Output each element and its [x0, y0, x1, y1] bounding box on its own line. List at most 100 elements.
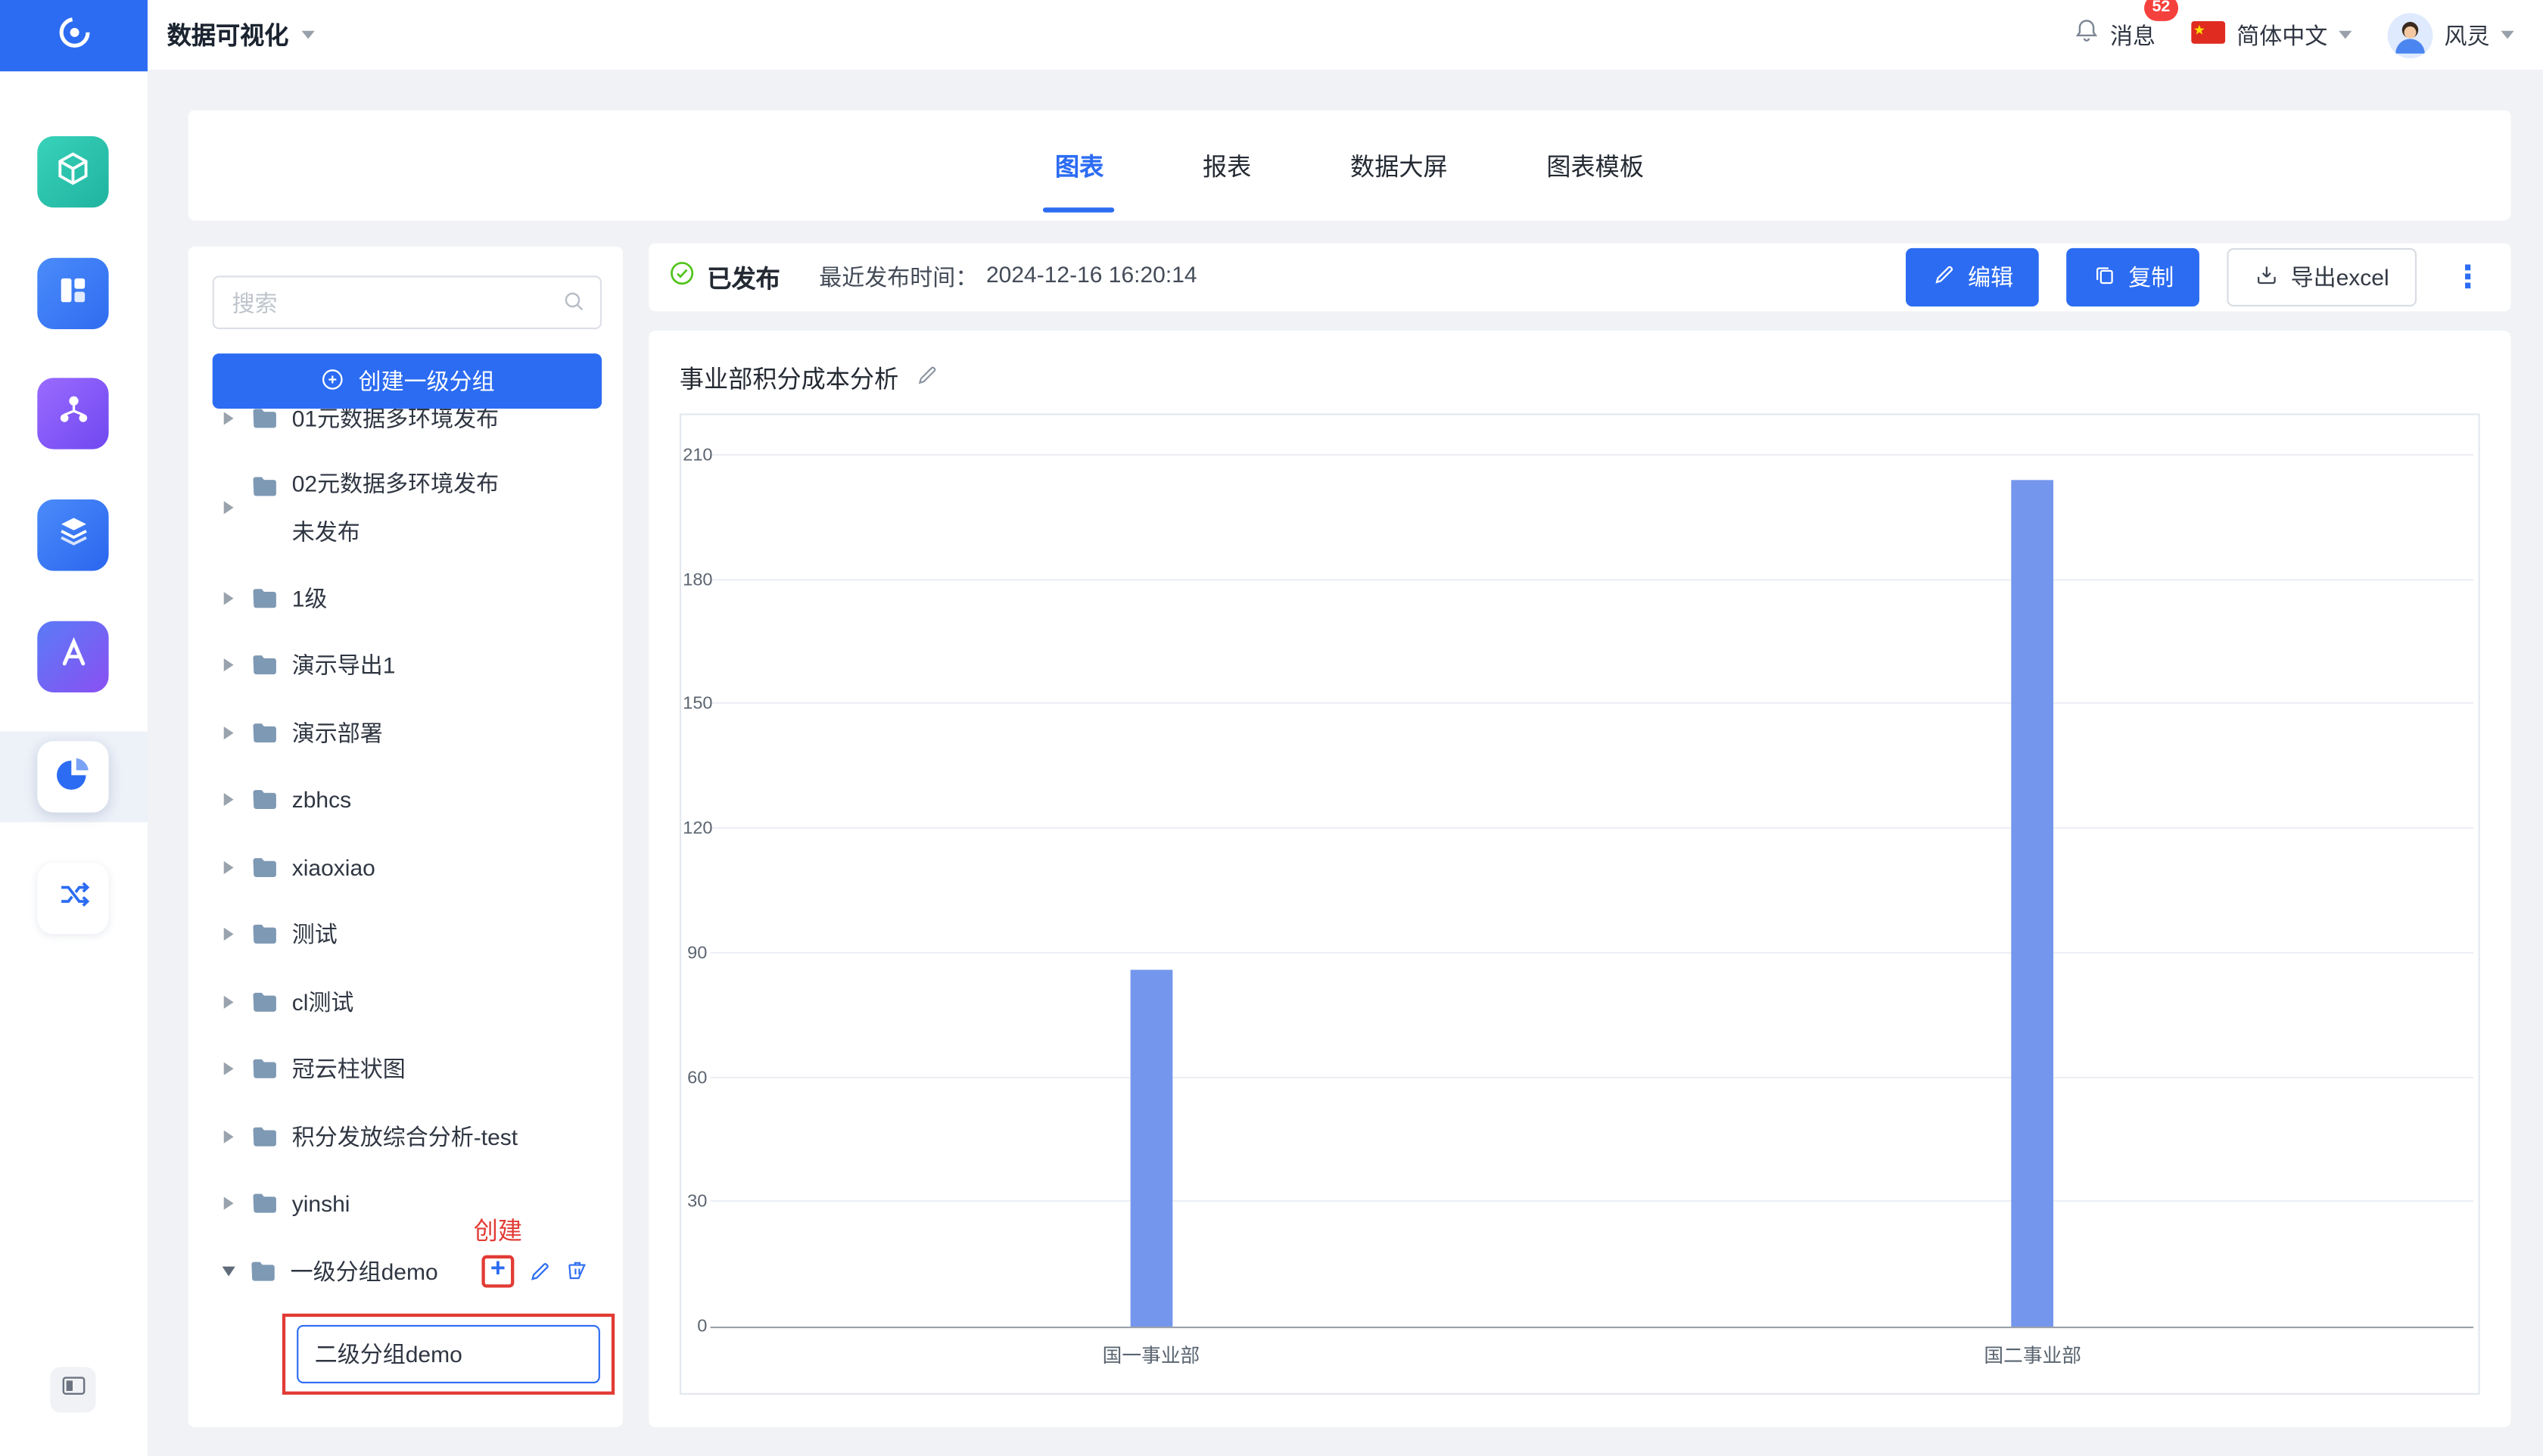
tree-item[interactable]: 积分发放综合分析-test	[188, 1103, 623, 1170]
export-excel-button[interactable]: 导出excel	[2227, 247, 2417, 307]
caret-right-icon[interactable]	[223, 501, 234, 515]
tree-item[interactable]: 一级分组demo 创建 +	[188, 1218, 623, 1305]
caret-right-icon[interactable]	[223, 995, 234, 1009]
caret-right-icon[interactable]	[223, 860, 234, 874]
tab-data-screen[interactable]: 数据大屏	[1347, 138, 1451, 192]
gridline	[710, 702, 2474, 705]
tree-item-label: yinshi	[291, 1190, 350, 1217]
gridline	[710, 827, 2474, 829]
messages-label: 消息	[2110, 21, 2156, 48]
publish-status: 已发布	[668, 260, 780, 295]
search-box	[212, 275, 602, 330]
tree-item[interactable]: 演示部署	[188, 699, 623, 767]
tree-item-label: cl测试	[291, 988, 354, 1015]
caret-right-icon[interactable]	[223, 793, 234, 807]
user-name: 风灵	[2444, 21, 2490, 48]
plus-circle-icon	[319, 366, 345, 397]
folder-icon	[251, 991, 277, 1013]
caret-down-icon[interactable]	[222, 1266, 235, 1277]
folder-icon	[251, 409, 277, 429]
caret-right-icon[interactable]	[223, 658, 234, 672]
x-axis-category-label: 国一事业部	[1102, 1344, 1200, 1367]
caret-right-icon[interactable]	[223, 411, 234, 425]
rail-item-shuffle[interactable]	[37, 863, 109, 935]
edit-button[interactable]: 编辑	[1906, 247, 2040, 307]
chart-card: 事业部积分成本分析 0 30 60 90 120 150 180 210 国一事业部 国二事业部	[649, 331, 2511, 1427]
edit-group-icon[interactable]	[529, 1260, 552, 1283]
publish-toolbar: 已发布 最近发布时间： 2024-12-16 16:20:14 编辑 复制 导出…	[649, 243, 2511, 312]
collapse-panel-icon	[59, 1372, 86, 1408]
rail-item-dashboard[interactable]	[37, 257, 109, 330]
caret-right-icon[interactable]	[223, 1197, 234, 1211]
tab-charts[interactable]: 图表	[1052, 138, 1107, 192]
tree-item-status: 未发布	[291, 518, 360, 546]
add-subgroup-icon[interactable]: +	[490, 1256, 506, 1283]
y-axis-tick-label: 210	[683, 446, 713, 466]
publish-time-label: 最近发布时间：	[819, 264, 979, 291]
caret-right-icon[interactable]	[223, 726, 234, 739]
y-axis-tick-label: 0	[697, 1317, 708, 1336]
y-axis-tick-label: 150	[683, 695, 713, 714]
ai-letter-icon	[54, 634, 92, 680]
tree-item[interactable]: 冠云柱状图	[188, 1035, 623, 1103]
rail-item-charts-active[interactable]	[37, 741, 109, 813]
caret-right-icon[interactable]	[223, 928, 234, 941]
gridline	[710, 1200, 2474, 1202]
topbar-right: 消息 52 简体中文 风灵	[2073, 0, 2514, 58]
edit-title-icon[interactable]	[915, 362, 939, 395]
subgroup-name-input[interactable]	[297, 1324, 600, 1383]
collapse-sidebar-button[interactable]	[50, 1367, 96, 1413]
folder-icon	[251, 789, 277, 811]
folder-icon	[251, 1058, 277, 1081]
folder-icon	[251, 721, 277, 744]
create-group-label: 创建一级分组	[358, 368, 495, 394]
bar-国一事业部[interactable]	[1130, 969, 1172, 1327]
tree-item[interactable]: 01元数据多环境发布	[188, 409, 623, 451]
tree-item[interactable]: cl测试	[188, 968, 623, 1035]
tree-item[interactable]: zbhcs	[188, 767, 623, 834]
tabs-bar: 图表 报表 数据大屏 图表模板	[188, 110, 2511, 221]
bar-国二事业部[interactable]	[2011, 481, 2054, 1327]
tree-item-actions: 创建 +	[474, 1218, 622, 1288]
org-chart-icon	[54, 390, 92, 436]
delete-group-icon[interactable]	[566, 1259, 589, 1283]
tree-item[interactable]: 演示导出1	[188, 632, 623, 699]
rail-item-ai[interactable]	[37, 621, 109, 693]
create-group-button[interactable]: 创建一级分组	[212, 353, 602, 409]
tree-item[interactable]: yinshi	[188, 1170, 623, 1237]
rail-item-cube[interactable]	[37, 136, 109, 208]
rail-item-org[interactable]	[37, 378, 109, 450]
edit-button-label: 编辑	[1968, 264, 2014, 291]
tree-item[interactable]: 测试	[188, 901, 623, 968]
search-input[interactable]	[212, 275, 602, 330]
messages-button[interactable]: 消息 52	[2073, 0, 2179, 53]
tree-item-labels: 1级	[292, 582, 328, 614]
tree-item-labels: 积分发放综合分析-test	[292, 1120, 518, 1153]
rail-item-layers[interactable]	[37, 499, 109, 571]
tree-item[interactable]: xiaoxiao	[188, 834, 623, 901]
chevron-down-icon	[2339, 30, 2352, 39]
status-badge: 已发布	[707, 265, 780, 293]
caret-right-icon[interactable]	[223, 1062, 234, 1076]
language-selector[interactable]: 简体中文	[2191, 19, 2352, 51]
caret-right-icon[interactable]	[223, 591, 234, 605]
language-label: 简体中文	[2236, 21, 2328, 48]
copy-button[interactable]: 复制	[2066, 247, 2200, 307]
tab-chart-templates[interactable]: 图表模板	[1543, 138, 1647, 192]
tree-item[interactable]: 1级	[188, 565, 623, 632]
dashboard-icon	[55, 272, 91, 316]
folder-icon	[251, 586, 277, 609]
gridline	[710, 578, 2474, 580]
search-icon	[561, 288, 587, 314]
tab-reports[interactable]: 报表	[1200, 138, 1255, 192]
app-title-menu[interactable]: 数据可视化	[167, 18, 315, 52]
bar-chart: 0 30 60 90 120 150 180 210 国一事业部 国二事业部	[679, 413, 2480, 1395]
tree-item-label: 01元数据多环境发布	[291, 409, 500, 431]
folder-icon	[251, 856, 277, 879]
user-menu[interactable]: 风灵	[2387, 12, 2514, 58]
more-actions-button[interactable]: ⋮	[2445, 262, 2492, 293]
tree-item-labels: cl测试	[292, 985, 354, 1018]
tree-item-label: 演示部署	[291, 719, 383, 746]
caret-right-icon[interactable]	[223, 1130, 234, 1143]
tree-item[interactable]: 02元数据多环境发布 未发布	[188, 451, 623, 565]
